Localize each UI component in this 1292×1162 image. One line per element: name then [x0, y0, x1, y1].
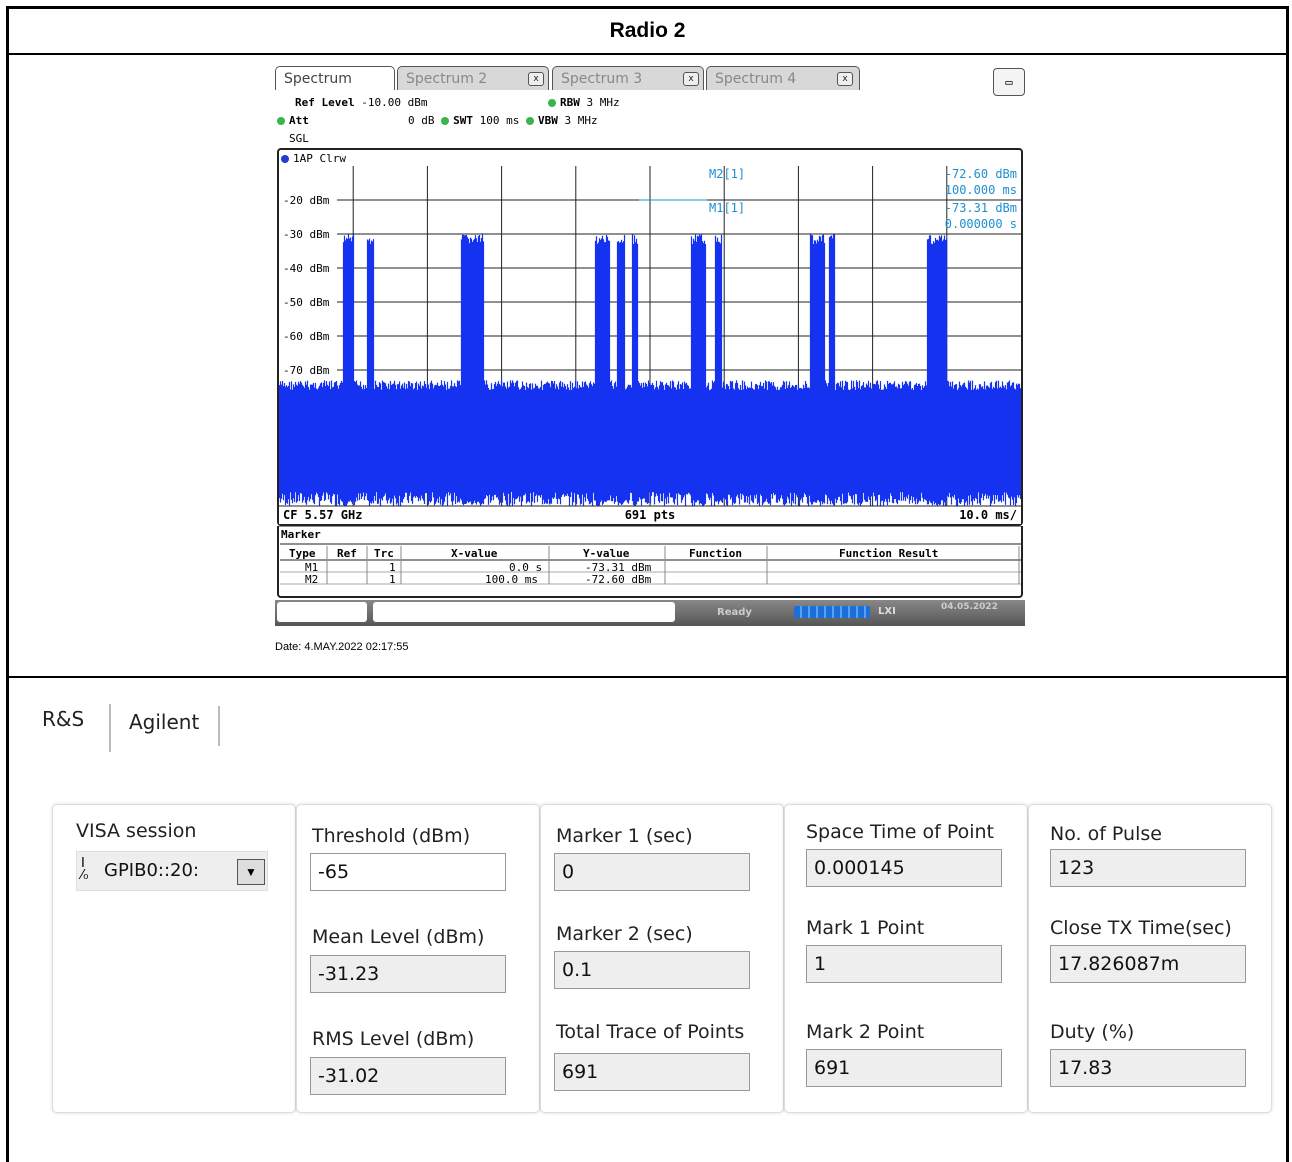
col-function: Function: [689, 547, 742, 560]
rms-level-label: RMS Level (dBm): [312, 1028, 475, 1050]
close-icon[interactable]: x: [837, 72, 853, 86]
spectrum-analyzer-screen: Spectrum Spectrum 2x Spectrum 3x Spectru…: [275, 64, 1025, 626]
mark1-point-label: Mark 1 Point: [806, 917, 925, 939]
trace-label: 1AP Clrw: [281, 152, 346, 165]
tab-divider: [109, 704, 111, 752]
analyzer-tabs: Spectrum Spectrum 2x Spectrum 3x Spectru…: [275, 66, 1025, 96]
y-tick-label: -20 dBm: [283, 194, 330, 207]
plot-footer-label: 691 pts: [625, 508, 676, 522]
status-field: [277, 602, 367, 622]
col-ref: Ref: [337, 547, 357, 560]
date-line: Date: 4.MAY.2022 02:17:55: [275, 641, 409, 653]
close-tx-label: Close TX Time(sec): [1050, 917, 1232, 939]
mean-level-label: Mean Level (dBm): [312, 926, 485, 948]
col-function-result: Function Result: [839, 547, 939, 560]
status-field: [373, 602, 675, 622]
status-ready: Ready: [717, 607, 752, 618]
status-led-icon: [548, 99, 556, 107]
progress-bar: [794, 606, 870, 618]
io-icon: I ⁄₀: [81, 856, 89, 883]
marker-table: Marker Type Ref Trc X-value Y-value Func…: [277, 526, 1023, 598]
mark2-point-label: Mark 2 Point: [806, 1021, 925, 1043]
sgl-label: SGL: [289, 132, 309, 145]
dropdown-arrow-icon[interactable]: ▼: [237, 859, 265, 885]
col-type: Type: [289, 547, 316, 560]
tab-divider: [218, 706, 220, 746]
mark2-point-field: 691: [806, 1049, 1002, 1087]
tab-spectrum[interactable]: Spectrum: [275, 66, 395, 90]
marker-annotation: 100.000 ms: [945, 183, 1017, 197]
table-cell: -72.60 dBm: [585, 573, 652, 586]
plot-footer-label: 10.0 ms/: [959, 508, 1017, 522]
pulse-count-field: 123: [1050, 849, 1246, 887]
spectrum-plot: -20 dBm -30 dBm -40 dBm -50 dBm -60 dBm -70 d…: [277, 148, 1023, 526]
marker-annotation: -73.31 dBm: [945, 201, 1017, 215]
y-tick-label: -40 dBm: [283, 262, 330, 275]
analyzer-status-bar: Ready LXI 04.05.2022: [275, 600, 1025, 626]
close-icon[interactable]: x: [683, 72, 699, 86]
close-tx-field: 17.826087m: [1050, 945, 1246, 983]
menu-icon[interactable]: ▭: [993, 68, 1025, 96]
mean-level-field: -31.23: [310, 955, 506, 993]
rbw: RBW 3 MHz: [548, 96, 620, 109]
trace-dot-icon: [281, 155, 289, 163]
rms-level-field: -31.02: [310, 1057, 506, 1095]
section-divider: [9, 676, 1286, 678]
col-trc: Trc: [374, 547, 394, 560]
visa-session-select[interactable]: I ⁄₀ GPIB0::20: ▼: [76, 851, 268, 891]
marker2-label: Marker 2 (sec): [556, 923, 693, 945]
att: Att: [277, 114, 309, 127]
trace-plot: -20 dBm -30 dBm -40 dBm -50 dBm -60 dBm -70 d…: [279, 166, 1021, 524]
status-led-icon: [277, 117, 285, 125]
tab-spectrum-3[interactable]: Spectrum 3x: [552, 66, 704, 90]
marker1-label: Marker 1 (sec): [556, 825, 693, 847]
y-tick-label: -70 dBm: [283, 364, 330, 377]
y-tick-label: -50 dBm: [283, 296, 330, 309]
page-title: Radio 2: [9, 9, 1286, 55]
tab-rs[interactable]: R&S: [42, 707, 84, 731]
close-icon[interactable]: x: [528, 72, 544, 86]
table-cell: M2: [305, 573, 319, 586]
threshold-input[interactable]: -65: [310, 853, 506, 891]
y-tick-label: -30 dBm: [283, 228, 330, 241]
visa-session-label: VISA session: [76, 820, 197, 842]
plot-footer-label: CF 5.57 GHz: [283, 508, 362, 522]
col-y-value: Y-value: [583, 547, 630, 560]
mark1-point-field: 1: [806, 945, 1002, 983]
pulse-count-label: No. of Pulse: [1050, 823, 1162, 845]
lxi-icon: LXI: [878, 606, 896, 617]
marker-table-title: Marker: [281, 528, 321, 541]
marker-annotation: M2[1]: [709, 167, 745, 181]
status-date: 04.05.2022: [941, 602, 998, 612]
att-value: 0 dB SWT 100 ms VBW 3 MHz: [408, 114, 598, 127]
marker1-field: 0: [554, 853, 750, 891]
status-led-icon: [526, 117, 534, 125]
marker2-field: 0.1: [554, 951, 750, 989]
total-points-label: Total Trace of Points: [556, 1021, 745, 1043]
tab-agilent[interactable]: Agilent: [129, 710, 199, 734]
space-time-label: Space Time of Point: [806, 821, 995, 843]
marker-annotation: M1[1]: [709, 201, 745, 215]
table-cell: 1: [389, 573, 396, 586]
tab-spectrum-2[interactable]: Spectrum 2x: [397, 66, 549, 90]
y-tick-label: -60 dBm: [283, 330, 330, 343]
threshold-label: Threshold (dBm): [312, 825, 471, 847]
status-led-icon: [441, 117, 450, 125]
col-x-value: X-value: [451, 547, 498, 560]
total-points-field: 691: [554, 1053, 750, 1091]
space-time-field: 0.000145: [806, 849, 1002, 887]
duty-label: Duty (%): [1050, 1021, 1135, 1043]
tab-spectrum-4[interactable]: Spectrum 4x: [706, 66, 860, 90]
visa-session-value: GPIB0::20:: [104, 860, 200, 881]
ref-level: Ref Level -10.00 dBm: [295, 96, 428, 109]
marker-annotation: -72.60 dBm: [945, 167, 1017, 181]
table-cell: 100.0 ms: [485, 573, 538, 586]
marker-annotation: 0.000000 s: [945, 217, 1017, 231]
duty-field: 17.83: [1050, 1049, 1246, 1087]
